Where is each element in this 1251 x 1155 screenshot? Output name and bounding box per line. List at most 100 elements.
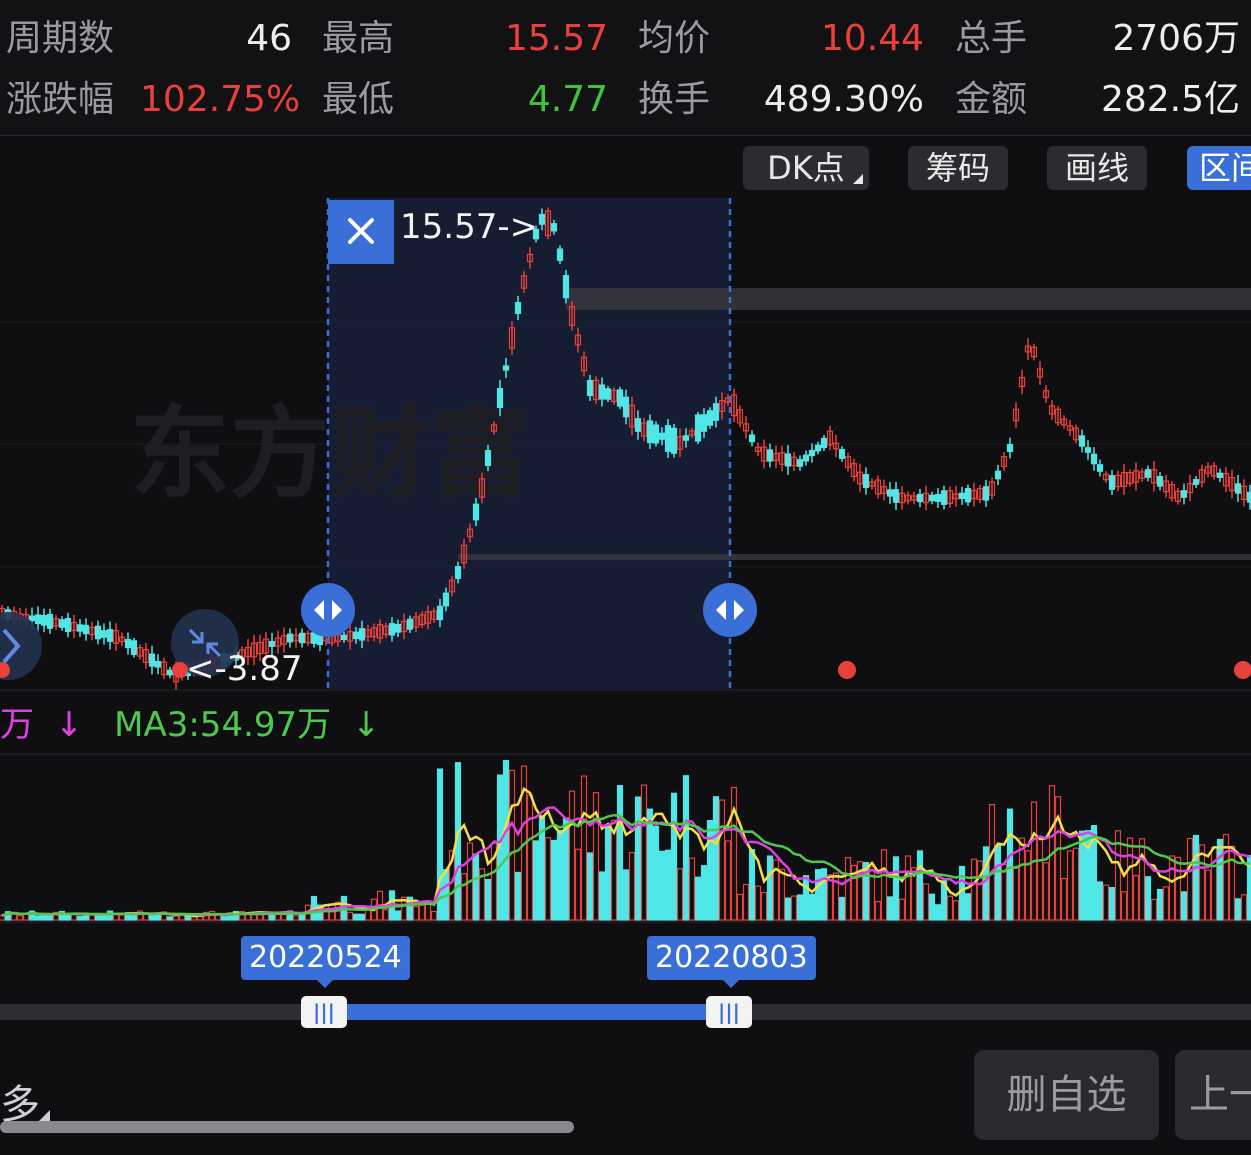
slider-start-handle[interactable]: |||: [301, 996, 347, 1028]
candle: [550, 223, 558, 232]
candle: [766, 449, 774, 462]
candle: [1156, 476, 1164, 487]
volume-bar: [562, 817, 570, 921]
volume-bar: [1210, 846, 1218, 921]
volume-bar: [952, 900, 960, 921]
volume-bar: [1012, 866, 1020, 921]
candle: [76, 624, 84, 632]
volume-bar: [430, 910, 438, 921]
volume-bar: [898, 898, 906, 921]
volume-bar: [808, 893, 816, 921]
volume-bar: [634, 796, 642, 921]
volume-bar: [970, 858, 978, 921]
volume-bar: [820, 868, 828, 921]
stat-label-change-pct: 涨跌幅: [6, 79, 115, 120]
volume-bar: [1132, 874, 1140, 921]
stat-value-avg-price: 10.44: [820, 18, 924, 59]
volume-bar: [532, 840, 540, 921]
candle: [130, 640, 138, 656]
resistance-band: [566, 288, 1251, 310]
candle: [862, 474, 870, 488]
volume-bar: [544, 837, 552, 921]
stat-label-turnover: 换手: [638, 79, 711, 120]
candle: [484, 450, 492, 466]
volume-bar: [700, 865, 708, 921]
candle: [64, 617, 72, 633]
volume-bar: [1120, 891, 1128, 921]
chips-button[interactable]: 筹码: [908, 146, 1008, 190]
chart-toolbar: DK点 筹码 画线 区间: [0, 136, 1251, 198]
volume-bar: [1204, 869, 1212, 921]
candle: [604, 388, 612, 400]
candle: [670, 427, 678, 454]
volume-bar: [1228, 845, 1236, 921]
volume-bar: [616, 785, 624, 921]
candle: [814, 444, 822, 452]
volume-bar: [922, 883, 930, 921]
range-end-handle[interactable]: [703, 583, 757, 637]
horizontal-scrollbar[interactable]: [0, 1121, 574, 1133]
slider-end-handle[interactable]: |||: [706, 996, 752, 1028]
delete-watchlist-button[interactable]: 删自选: [974, 1050, 1159, 1140]
candle: [1234, 483, 1242, 494]
ma3-value: MA3:54.97万: [114, 705, 332, 745]
volume-bar: [676, 868, 684, 921]
range-button[interactable]: 区间: [1187, 146, 1251, 190]
volume-bar: [1240, 894, 1248, 921]
candle: [358, 628, 366, 641]
volume-bar: [748, 849, 756, 921]
volume-bar: [292, 915, 300, 921]
candle: [124, 638, 132, 649]
draw-line-button[interactable]: 画线: [1047, 146, 1147, 190]
volume-bar: [916, 850, 924, 921]
dk-point-button[interactable]: DK点: [743, 146, 869, 190]
prev-stock-button[interactable]: 上一: [1175, 1050, 1251, 1140]
volume-bar: [640, 784, 648, 921]
candle: [940, 490, 948, 505]
candle: [166, 669, 174, 676]
range-low-label: <-3.87: [186, 649, 302, 689]
volume-bar: [556, 829, 564, 921]
candle: [268, 641, 276, 647]
volume-bar: [460, 873, 468, 921]
candle: [1246, 491, 1251, 503]
volume-bar: [1192, 834, 1200, 921]
range-close-button[interactable]: [328, 200, 394, 264]
volume-series: [0, 760, 1251, 921]
volume-bar: [1108, 887, 1116, 921]
candle: [1006, 443, 1014, 453]
stat-value-turnover: 489.30%: [763, 79, 924, 120]
volume-bar: [670, 792, 678, 921]
volume-bar: [946, 895, 954, 921]
volume-bar: [880, 849, 888, 921]
dk-point-label: DK点: [767, 149, 845, 187]
volume-bar: [148, 914, 156, 921]
volume-bar: [1150, 898, 1158, 921]
volume-bar: [934, 904, 942, 921]
volume-bar: [712, 796, 720, 921]
volume-bar: [790, 895, 798, 921]
stat-value-high: 15.57: [504, 18, 608, 59]
candle: [472, 503, 480, 521]
range-start-handle[interactable]: [301, 583, 355, 637]
volume-bar: [892, 856, 900, 921]
volume-bar: [844, 857, 852, 921]
volume-bar: [886, 896, 894, 921]
volume-bar: [64, 914, 72, 921]
volume-bar: [928, 893, 936, 921]
candle: [958, 492, 966, 499]
stat-label-periods: 周期数: [6, 18, 115, 59]
volume-bar: [988, 803, 996, 921]
candle: [892, 489, 900, 503]
candle: [886, 489, 894, 497]
volume-bar: [982, 846, 990, 921]
volume-bar: [1186, 837, 1194, 921]
volume-bar: [736, 893, 744, 921]
candle: [1084, 447, 1092, 453]
volume-bar: [1162, 886, 1170, 921]
volume-bar: [718, 799, 726, 921]
stat-label-total-volume: 总手: [955, 18, 1028, 59]
volume-bar: [298, 913, 306, 921]
volume-bar: [1066, 850, 1074, 921]
kline-chart[interactable]: 东方财富 15.57-> <-3.87: [0, 198, 1251, 928]
